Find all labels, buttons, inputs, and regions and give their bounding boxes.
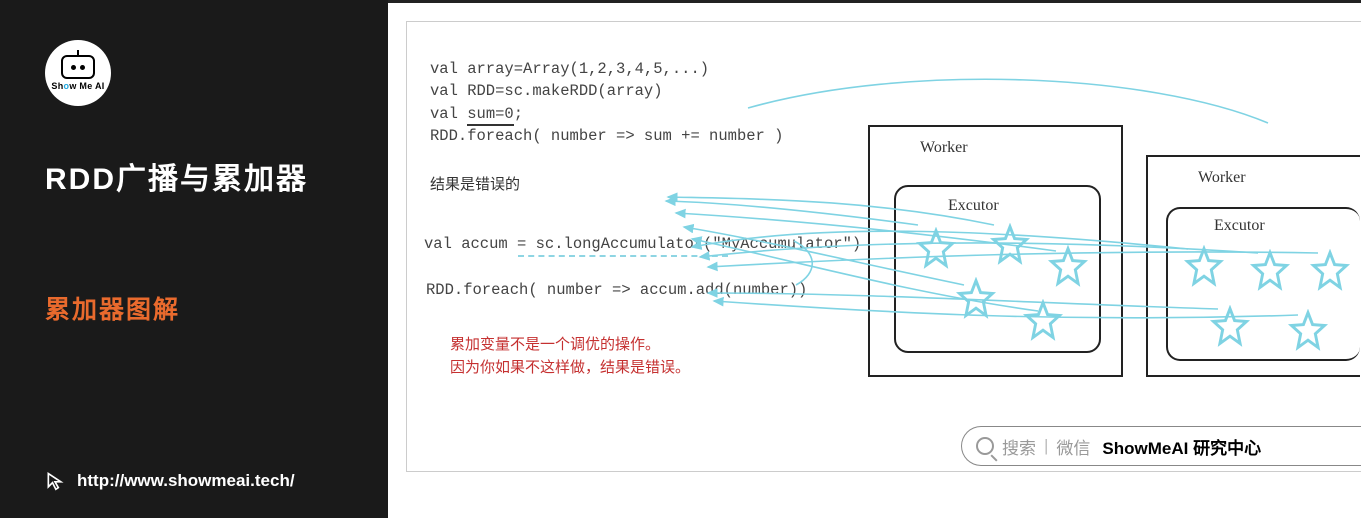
star-icon (1248, 249, 1292, 293)
code-accumulator-foreach: RDD.foreach( number => accum.add(number)… (426, 281, 807, 299)
star-icon (1308, 249, 1352, 293)
dashed-underline (518, 255, 728, 257)
search-hint-2: 微信 (1056, 434, 1090, 459)
footer-url-text: http://www.showmeai.tech/ (77, 471, 295, 491)
search-divider: | (1044, 436, 1048, 456)
robot-icon (61, 55, 95, 79)
search-brand-text: ShowMeAI 研究中心 (1102, 434, 1261, 459)
worker-box-2: Worker Excutor (1146, 155, 1360, 377)
page-title: RDD广播与累加器 (45, 154, 343, 198)
note-red: 累加变量不是一个调优的操作。 因为你如果不这样做，结果是错误。 (450, 333, 690, 380)
search-hint-1: 搜索 (1002, 434, 1036, 459)
page-root: Show Me AI RDD广播与累加器 累加器图解 http://www.sh… (0, 0, 1361, 518)
code-line: RDD.foreach( number => sum += number ) (430, 125, 783, 147)
code-line: val array=Array(1,2,3,4,5,...) (430, 58, 783, 80)
executor-box-2: Excutor (1166, 207, 1360, 361)
brand-logo: Show Me AI (45, 40, 111, 106)
code-accumulator-declare: val accum = sc.longAccumulator("MyAccumu… (424, 235, 861, 253)
diagram-panel: val array=Array(1,2,3,4,5,...) val RDD=s… (388, 0, 1361, 518)
code-line: val RDD=sc.makeRDD(array) (430, 80, 783, 102)
note-red-line: 因为你如果不这样做，结果是错误。 (450, 356, 690, 379)
worker-label: Worker (920, 139, 968, 157)
worker-box-1: Worker Excutor (868, 125, 1123, 377)
star-icon (1046, 245, 1090, 289)
page-subtitle: 累加器图解 (45, 290, 343, 326)
footer-link[interactable]: http://www.showmeai.tech/ (45, 470, 295, 492)
star-icon (1021, 299, 1065, 343)
diagram: val array=Array(1,2,3,4,5,...) val RDD=s… (388, 3, 1361, 518)
note-result-wrong: 结果是错误的 (430, 173, 520, 194)
executor-label: Excutor (1214, 217, 1265, 235)
search-icon (976, 437, 994, 455)
worker-label: Worker (1198, 169, 1246, 187)
executor-label: Excutor (948, 197, 999, 215)
search-bar[interactable]: 搜索 | 微信 ShowMeAI 研究中心 (961, 426, 1361, 466)
underlined-text: sum=0 (467, 105, 514, 126)
code-line: val sum=0; (430, 103, 783, 125)
executor-box-1: Excutor (894, 185, 1101, 353)
cursor-icon (45, 470, 65, 492)
star-icon (1182, 245, 1226, 289)
star-icon (1208, 305, 1252, 349)
code-block-top: val array=Array(1,2,3,4,5,...) val RDD=s… (430, 58, 783, 148)
star-icon (954, 277, 998, 321)
brand-logo-text: Show Me AI (51, 81, 104, 91)
star-icon (1286, 309, 1330, 353)
star-icon (914, 227, 958, 271)
star-icon (988, 223, 1032, 267)
note-red-line: 累加变量不是一个调优的操作。 (450, 333, 690, 356)
sidebar: Show Me AI RDD广播与累加器 累加器图解 http://www.sh… (0, 0, 388, 518)
